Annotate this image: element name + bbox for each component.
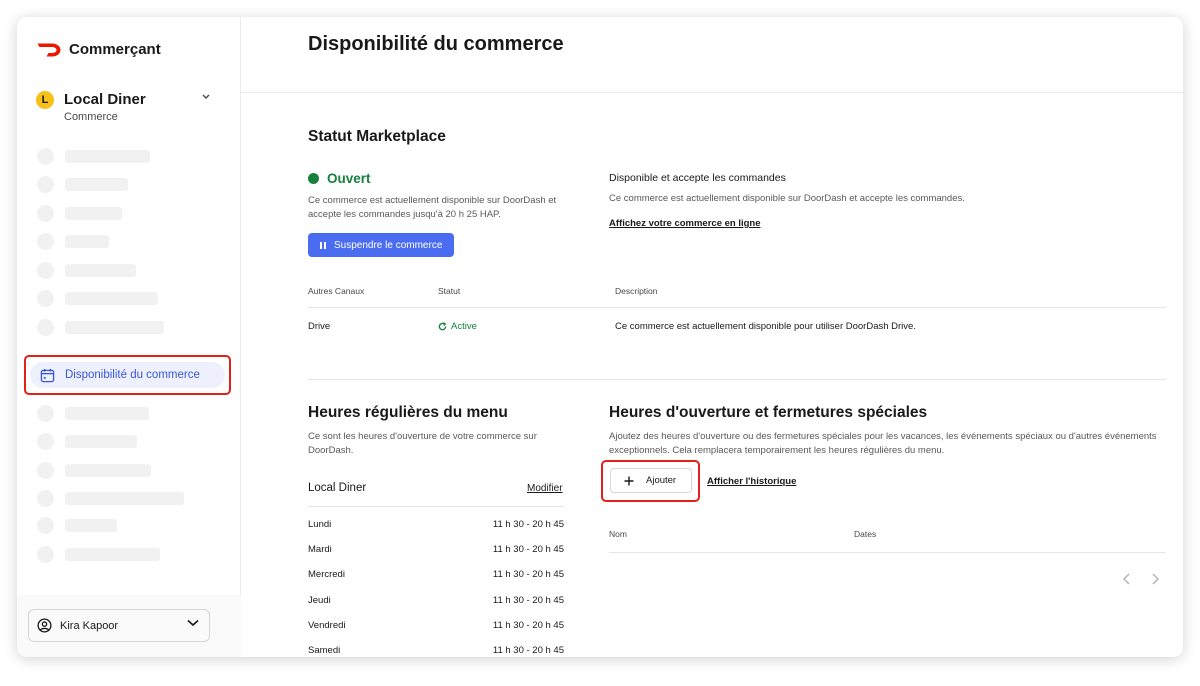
user-circle-icon	[37, 618, 52, 633]
edit-hours-link[interactable]: Modifier	[527, 483, 563, 494]
sidebar: Commerçant L Local Diner Commerce Dispon…	[17, 17, 241, 657]
channel-status: Active	[438, 321, 477, 332]
marketplace-title: Statut Marketplace	[308, 128, 446, 145]
chevron-down-icon	[202, 94, 210, 99]
app-window: Commerçant L Local Diner Commerce Dispon…	[17, 17, 1183, 657]
hours-divider	[308, 506, 564, 507]
special-hours-description: Ajoutez des heures d'ouverture ou des fe…	[609, 431, 1157, 456]
calendar-icon	[40, 368, 55, 382]
status-label: Ouvert	[327, 171, 371, 186]
doordash-logo-icon	[37, 43, 61, 56]
day-label: Samedi	[308, 645, 341, 656]
status-description: Ce commerce est actuellement disponible …	[308, 195, 557, 220]
store-name: Local Diner	[64, 91, 146, 108]
section-divider	[308, 379, 1166, 380]
highlight-frame: Disponibilité du commerce	[24, 355, 231, 395]
page-header: Disponibilité du commerce	[241, 17, 1183, 93]
sidebar-item-label: Disponibilité du commerce	[65, 369, 200, 381]
suspend-store-label: Suspendre le commerce	[334, 239, 443, 251]
day-hours: 11 h 30 - 20 h 45	[492, 595, 564, 606]
channel-description: Ce commerce est actuellement disponible …	[615, 321, 916, 332]
highlight-frame: Ajouter	[601, 460, 700, 502]
refresh-icon	[438, 322, 447, 331]
page-title: Disponibilité du commerce	[308, 33, 564, 55]
main-content: Disponibilité du commerce Statut Marketp…	[241, 17, 1183, 657]
availability-title: Disponible et accepte les commandes	[609, 172, 786, 184]
channels-header-description: Description	[615, 286, 658, 296]
channel-status-label: Active	[451, 321, 477, 332]
suspend-store-button[interactable]: Suspendre le commerce	[308, 233, 454, 257]
regular-hours-description: Ce sont les heures d'ouverture de votre …	[308, 431, 537, 456]
day-label: Jeudi	[308, 595, 331, 606]
day-hours: 11 h 30 - 20 h 45	[492, 620, 564, 631]
day-hours: 11 h 30 - 20 h 45	[492, 544, 564, 555]
user-menu-button[interactable]: Kira Kapoor	[28, 609, 210, 642]
brand-name: Commerçant	[69, 41, 161, 58]
chevron-down-icon	[187, 619, 199, 627]
availability-description: Ce commerce est actuellement disponible …	[609, 193, 965, 204]
day-label: Mercredi	[308, 569, 345, 580]
regular-hours-title: Heures régulières du menu	[308, 404, 508, 421]
brand[interactable]: Commerçant	[37, 41, 161, 58]
chevron-left-icon[interactable]	[1122, 573, 1131, 585]
plus-icon	[624, 476, 634, 485]
special-header-name: Nom	[609, 529, 627, 539]
sidebar-item-store-availability[interactable]: Disponibilité du commerce	[30, 362, 225, 388]
user-name: Kira Kapoor	[60, 619, 119, 632]
day-hours: 11 h 30 - 20 h 45	[492, 569, 564, 580]
add-special-hours-button[interactable]: Ajouter	[610, 468, 692, 493]
special-hours-title: Heures d'ouverture et fermetures spécial…	[609, 404, 928, 421]
channels-header-channel: Autres Canaux	[308, 286, 365, 296]
day-label: Mardi	[308, 544, 332, 555]
special-header-dates: Dates	[854, 529, 877, 539]
table-divider	[308, 307, 1166, 308]
status-badge: Ouvert	[308, 171, 371, 186]
table-divider	[609, 552, 1166, 553]
menu-name: Local Diner	[308, 482, 367, 494]
pause-icon	[320, 241, 326, 249]
add-button-label: Ajouter	[646, 475, 677, 486]
channel-name: Drive	[308, 321, 331, 332]
status-dot-icon	[308, 173, 319, 184]
day-hours: 11 h 30 - 20 h 45	[492, 645, 564, 656]
day-hours: 11 h 30 - 20 h 45	[492, 519, 564, 530]
store-type: Commerce	[64, 111, 118, 123]
store-avatar: L	[36, 91, 54, 109]
chevron-right-icon[interactable]	[1151, 573, 1160, 585]
view-store-online-link[interactable]: Affichez votre commerce en ligne	[609, 218, 761, 229]
show-history-link[interactable]: Afficher l'historique	[707, 476, 796, 487]
day-label: Vendredi	[308, 620, 346, 631]
channels-header-status: Statut	[438, 286, 461, 296]
day-label: Lundi	[308, 519, 332, 530]
